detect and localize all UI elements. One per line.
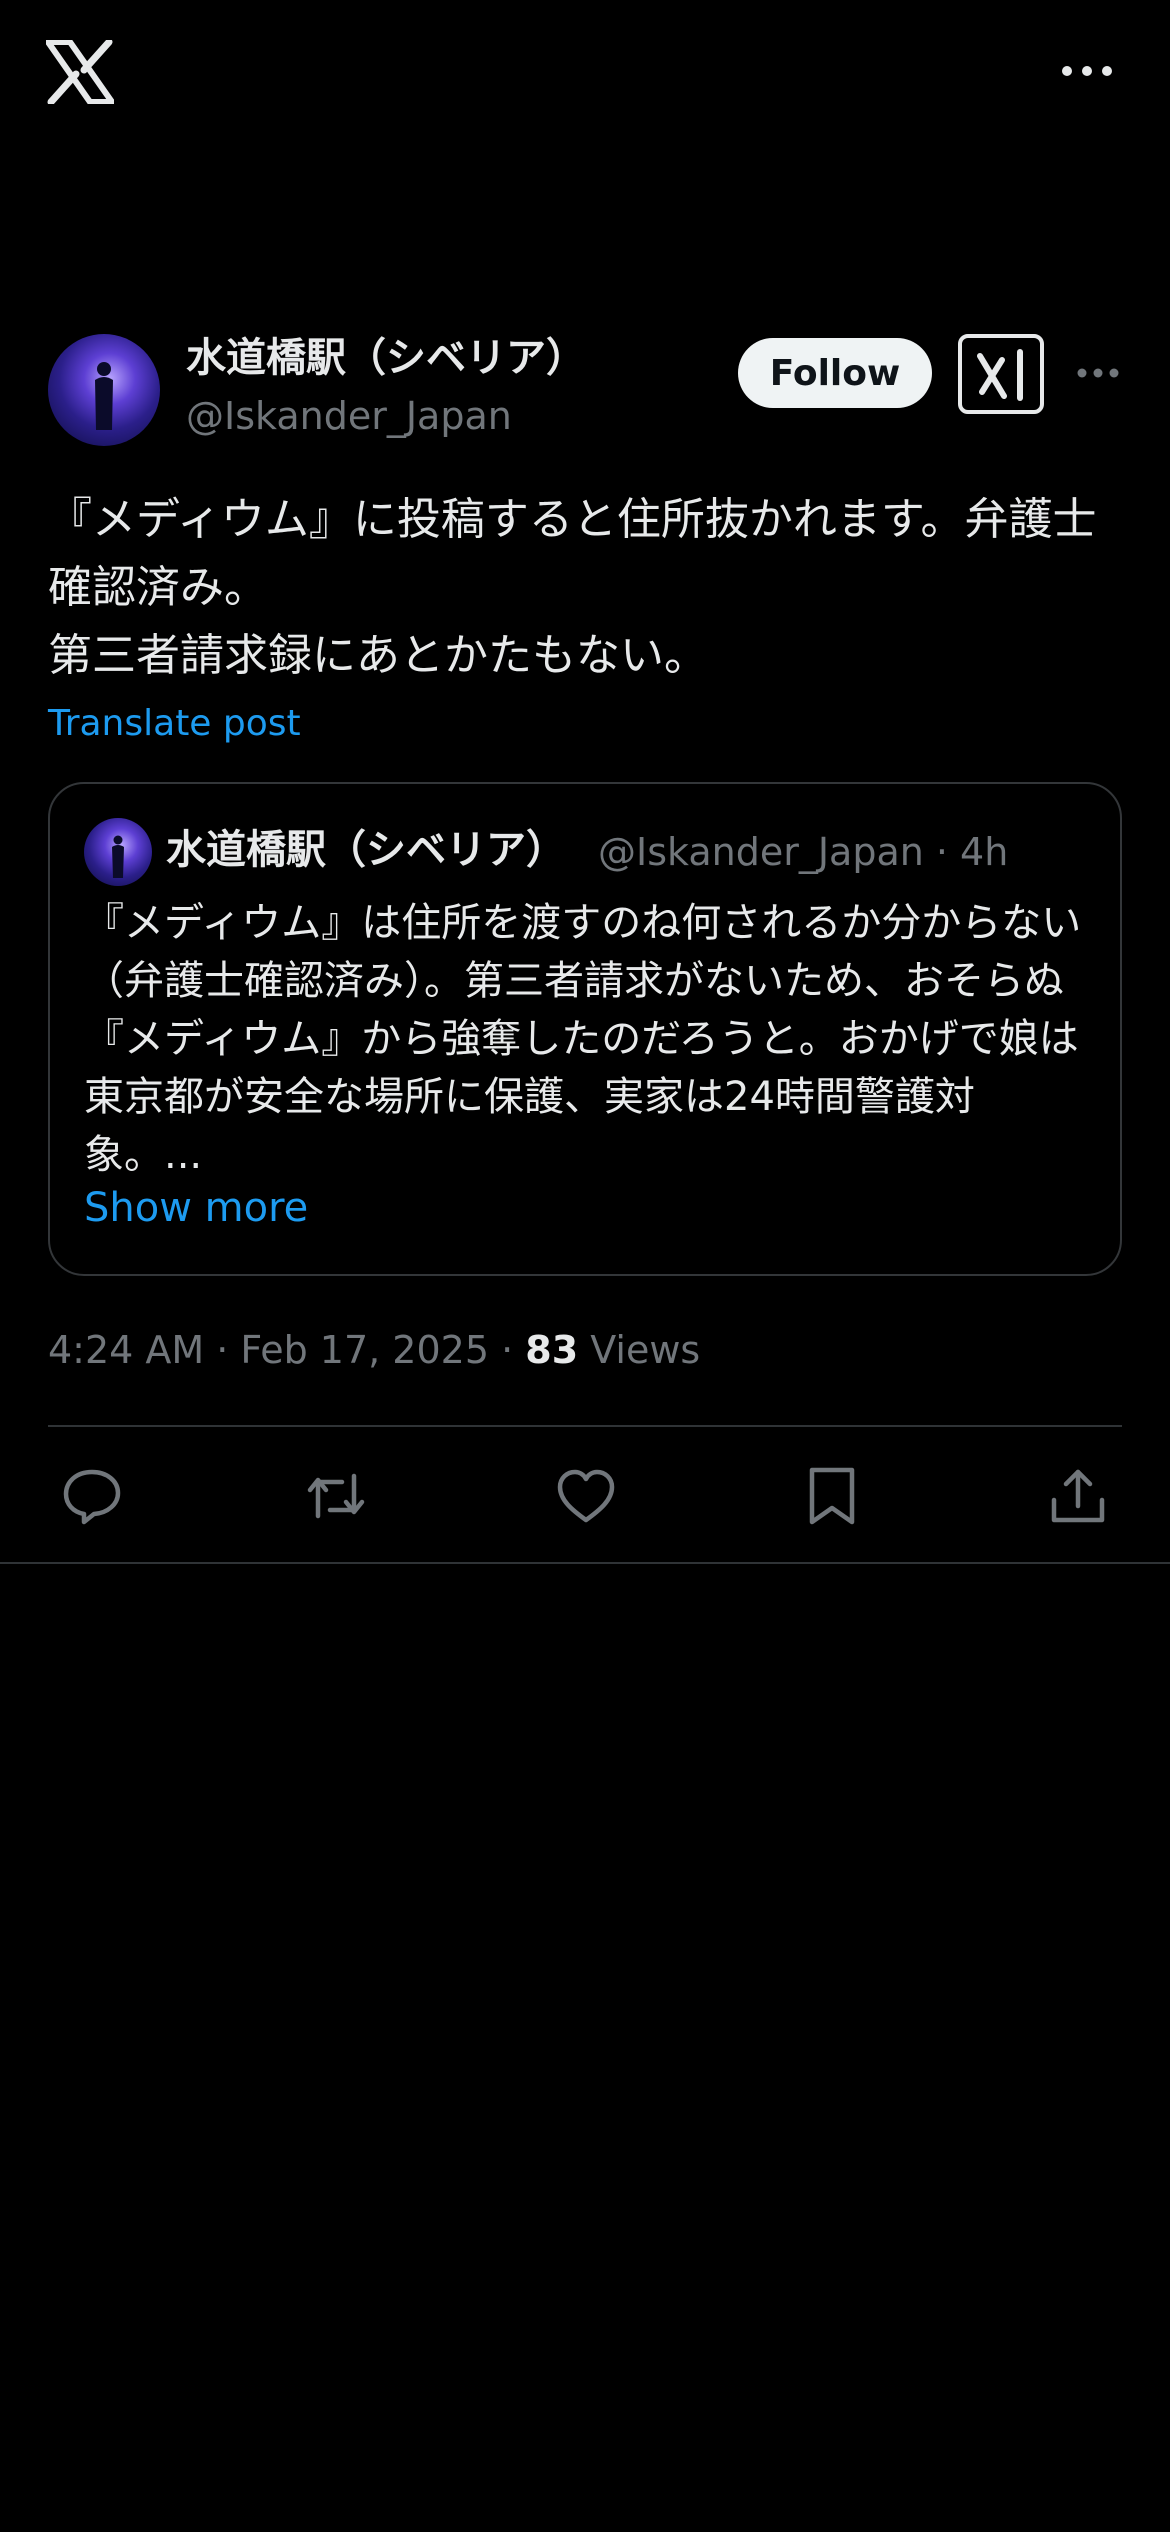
grok-button[interactable] (958, 334, 1044, 414)
more-horizontal-icon[interactable] (1060, 56, 1114, 86)
bookmark-icon[interactable] (800, 1466, 864, 1526)
quoted-text: 『メディウム』は住所を渡すのね何されるか分からない（弁護士確認済み）。第三者請求… (84, 900, 1082, 1178)
quoted-handle-time: @Iskander_Japan · 4h (598, 830, 1009, 874)
quoted-display-name: 水道橋駅（シベリア） (166, 827, 566, 873)
post-text: 『メディウム』に投稿すると住所抜かれます。弁護士確認済み。 第三者請求録にあとか… (48, 494, 1097, 681)
show-more-link[interactable]: Show more (84, 1180, 308, 1236)
repost-icon[interactable] (304, 1466, 368, 1526)
top-bar (0, 0, 1170, 150)
author-handle[interactable]: @Iskander_Japan (186, 390, 512, 442)
quoted-post[interactable]: 水道橋駅（シベリア） @Iskander_Japan · 4h 『メディウム』は… (48, 782, 1122, 1276)
views-label: Views (578, 1328, 701, 1372)
share-icon[interactable] (1046, 1466, 1110, 1526)
divider (48, 1425, 1122, 1427)
like-icon[interactable] (554, 1466, 618, 1526)
views-count[interactable]: 83 (525, 1328, 578, 1372)
x-logo-icon[interactable] (45, 38, 115, 106)
reply-icon[interactable] (60, 1466, 124, 1526)
translate-post-link[interactable]: Translate post (48, 698, 301, 750)
post-more-icon[interactable] (1076, 358, 1120, 388)
quoted-avatar (84, 818, 152, 886)
timestamp-text: 4:24 AM · Feb 17, 2025 · (48, 1328, 526, 1372)
author-display-name[interactable]: 水道橋駅（シベリア） (186, 330, 586, 386)
grok-icon (977, 349, 1023, 401)
post-timestamp: 4:24 AM · Feb 17, 2025 · 83 Views (48, 1322, 700, 1378)
follow-button[interactable]: Follow (738, 338, 932, 408)
avatar[interactable] (48, 334, 160, 446)
divider (0, 1562, 1170, 1564)
